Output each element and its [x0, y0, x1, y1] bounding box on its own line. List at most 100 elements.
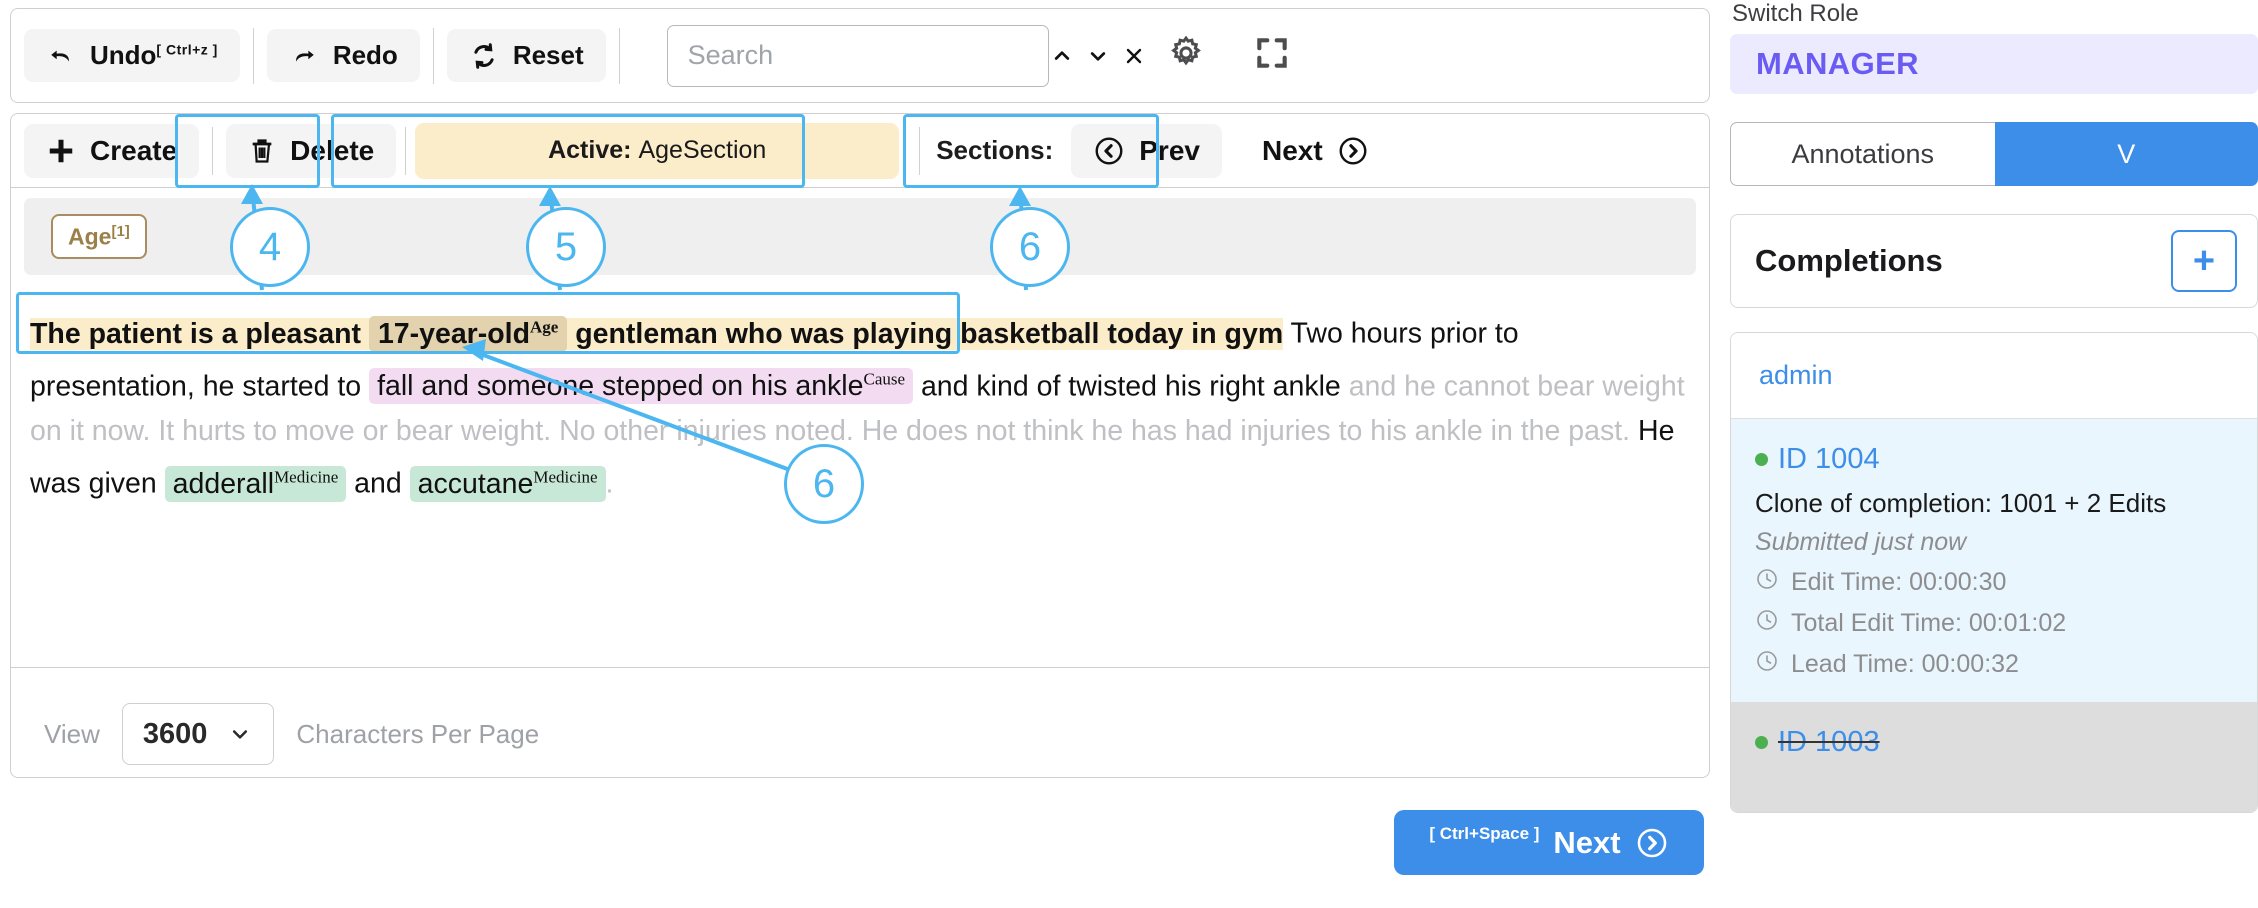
- line1-pre: The patient is a pleasant: [30, 317, 369, 350]
- chevron-down-icon: [227, 724, 253, 744]
- toolbar-divider: [252, 27, 254, 84]
- label-chip-age[interactable]: Age[1]: [51, 213, 147, 260]
- reset-label: Reset: [512, 40, 584, 70]
- clock-icon: [1755, 649, 1779, 680]
- refresh-icon: [469, 41, 499, 71]
- status-dot-icon: [1755, 736, 1768, 749]
- callout-4-number: 4: [258, 224, 282, 269]
- line3-and: and: [346, 467, 410, 500]
- undo-shortcut: [ Ctrl+z ]: [156, 41, 218, 58]
- cause-entity[interactable]: fall and someone stepped on his ankleCau…: [369, 368, 914, 404]
- create-label: Create: [90, 134, 178, 166]
- completions-title: Completions: [1755, 243, 1943, 278]
- add-completion-label: +: [2192, 239, 2216, 282]
- next-section-button[interactable]: Next: [1240, 124, 1391, 178]
- callout-6-top: 6: [990, 207, 1070, 287]
- delete-button[interactable]: Delete: [226, 123, 397, 178]
- undo-icon: [46, 43, 76, 69]
- sidebar-tabs: Annotations V: [1730, 122, 2258, 186]
- completion-row-1004[interactable]: ID 1004 Clone of completion: 1001 + 2 Ed…: [1731, 419, 2257, 702]
- prev-section-button[interactable]: Prev: [1071, 123, 1222, 178]
- medicine-1-text: adderall: [172, 467, 275, 500]
- next-task-button[interactable]: [ Ctrl+Space ] Next: [1394, 810, 1704, 875]
- completions-list: admin ID 1004 Clone of completion: 1001 …: [1730, 332, 2258, 813]
- completion-metric-text: Total Edit Time: 00:01:02: [1791, 609, 2067, 637]
- tab-annotations[interactable]: Annotations: [1730, 122, 1995, 186]
- toolbar-divider: [618, 27, 620, 84]
- completion-submitted: Submitted just now: [1755, 528, 1967, 556]
- line3-end: .: [605, 467, 614, 500]
- completion-row-header: ID 1003: [1755, 726, 2257, 759]
- settings-gear-icon[interactable]: [1167, 34, 1205, 77]
- line1-post: gentleman who was playing basketball tod…: [567, 317, 1284, 350]
- toolbar-divider: [432, 27, 434, 84]
- status-dot-icon: [1755, 453, 1768, 466]
- label-chip-index: [1]: [111, 222, 130, 240]
- trash-icon: [248, 136, 276, 166]
- completion-row-header: ID 1004: [1755, 443, 2257, 476]
- add-completion-button[interactable]: +: [2171, 230, 2237, 292]
- characters-per-page-label: Characters Per Page: [296, 718, 540, 749]
- completions-header: Completions +: [1730, 214, 2258, 308]
- clock-icon: [1755, 608, 1779, 639]
- completion-metric-text: Edit Time: 00:00:30: [1791, 568, 2007, 596]
- plus-icon: [46, 136, 76, 166]
- characters-per-page-value: 3600: [142, 717, 208, 750]
- tab-annotations-label: Annotations: [1791, 138, 1935, 169]
- medicine-entity-1[interactable]: adderallMedicine: [164, 465, 347, 502]
- callout-6-bottom: 6: [784, 444, 864, 524]
- delete-label: Delete: [290, 134, 375, 166]
- next-task-label: Next: [1553, 824, 1621, 860]
- role-value: MANAGER: [1756, 46, 1919, 81]
- cause-entity-label: Cause: [863, 369, 906, 389]
- undo-button[interactable]: Undo[ Ctrl+z ]: [24, 29, 240, 82]
- completion-metric-text: Lead Time: 00:00:32: [1791, 650, 2019, 678]
- redo-label: Redo: [332, 40, 398, 70]
- active-section-container: Active: AgeSection: [415, 122, 900, 179]
- active-prefix: Active:: [548, 136, 632, 164]
- redo-button[interactable]: Redo: [266, 29, 420, 82]
- view-label: View: [44, 718, 100, 749]
- age-entity-text: 17-year-old: [377, 317, 530, 350]
- primary-toolbar: Undo[ Ctrl+z ] Redo Reset: [10, 8, 1710, 103]
- completions-user[interactable]: admin: [1731, 333, 2257, 419]
- completion-row-1003[interactable]: ID 1003: [1731, 702, 2257, 812]
- search-clear-icon[interactable]: [1116, 44, 1152, 68]
- callout-4: 4: [230, 207, 310, 287]
- completion-metric-edit-time: Edit Time: 00:00:30: [1755, 567, 2257, 598]
- fullscreen-icon[interactable]: [1253, 34, 1291, 77]
- completion-id: ID 1004: [1778, 443, 1880, 475]
- callout-6-bottom-number: 6: [812, 461, 836, 506]
- completion-subtitle: Clone of completion: 1001 + 2 Edits: [1755, 488, 2167, 518]
- completion-metric-lead-time: Lead Time: 00:00:32: [1755, 649, 2257, 680]
- age-entity[interactable]: 17-year-oldAge: [368, 315, 568, 352]
- create-button[interactable]: Create: [24, 123, 200, 178]
- search-box[interactable]: [666, 24, 1141, 87]
- completion-metric-total-edit-time: Total Edit Time: 00:01:02: [1755, 608, 2257, 639]
- toolbar-divider: [405, 126, 407, 175]
- line2-mid: and kind of twisted his right ankle: [913, 370, 1341, 402]
- search-prev-icon[interactable]: [1044, 46, 1080, 66]
- redo-icon: [289, 43, 319, 69]
- next-label: Next: [1261, 134, 1323, 166]
- medicine-2-text: accutane: [417, 467, 534, 500]
- tab-versions-label: V: [2117, 138, 2136, 169]
- reset-button[interactable]: Reset: [446, 29, 606, 82]
- active-section-pill: Active: AgeSection: [415, 122, 900, 179]
- medicine-1-label: Medicine: [274, 467, 339, 486]
- cause-entity-text: fall and someone stepped on his ankle: [377, 370, 864, 402]
- role-selector[interactable]: MANAGER: [1730, 34, 2258, 94]
- callout-6-top-number: 6: [1018, 224, 1042, 269]
- chevron-left-circle-icon: [1093, 135, 1125, 167]
- medicine-2-label: Medicine: [533, 467, 598, 486]
- toolbar-divider: [919, 126, 921, 175]
- tab-versions[interactable]: V: [1994, 122, 2258, 186]
- age-entity-label: Age: [530, 317, 559, 336]
- age-section-span[interactable]: The patient is a pleasant 17-year-oldAge…: [30, 315, 1284, 352]
- completions-user-label: admin: [1759, 360, 1833, 390]
- characters-per-page-select[interactable]: 3600: [121, 703, 275, 765]
- search-next-icon[interactable]: [1080, 46, 1116, 66]
- search-input[interactable]: [685, 39, 1044, 72]
- medicine-entity-2[interactable]: accutaneMedicine: [409, 465, 606, 502]
- sections-label: Sections:: [936, 135, 1054, 165]
